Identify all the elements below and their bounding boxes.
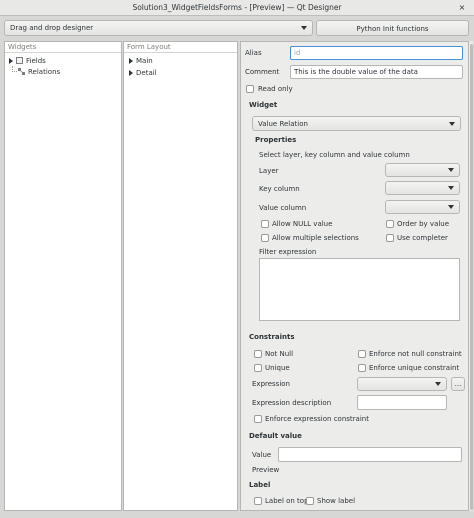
- comment-input[interactable]: This is the double value of the data: [290, 65, 463, 79]
- widgets-panel: Widgets Fields Relations: [4, 41, 122, 511]
- label-on-top-checkbox[interactable]: [254, 497, 262, 505]
- widget-section-title: Widget: [249, 101, 278, 109]
- properties-section-title: Properties: [255, 136, 297, 144]
- expression-label: Expression: [252, 380, 290, 388]
- show-label-label: Show label: [317, 497, 356, 505]
- label-on-top-label: Label on top: [265, 497, 309, 505]
- value-column-label: Value column: [259, 204, 307, 212]
- read-only-label: Read only: [258, 85, 293, 93]
- default-value-section-title: Default value: [249, 432, 302, 440]
- close-icon[interactable]: ×: [456, 2, 468, 14]
- expression-description-input[interactable]: [357, 395, 447, 410]
- key-column-combo[interactable]: [385, 181, 460, 195]
- unique-label: Unique: [265, 364, 290, 372]
- value-column-combo[interactable]: [385, 200, 460, 214]
- chevron-down-icon: [448, 168, 454, 172]
- use-completer-label: Use completer: [397, 234, 448, 242]
- designer-mode-value: Drag and drop designer: [10, 24, 94, 32]
- show-label-checkbox[interactable]: [306, 497, 314, 505]
- widget-type-combo[interactable]: Value Relation: [252, 116, 461, 131]
- not-null-checkbox[interactable]: [254, 350, 262, 358]
- alias-label: Alias: [245, 49, 262, 57]
- tree-item-detail[interactable]: Detail: [136, 69, 157, 77]
- key-column-label: Key column: [259, 185, 300, 193]
- enforce-not-null-checkbox[interactable]: [358, 350, 366, 358]
- scrollbar-thumb[interactable]: [470, 44, 473, 510]
- widgets-panel-header: Widgets: [5, 42, 121, 53]
- expand-arrow-icon[interactable]: [129, 70, 133, 76]
- tree-line-icon: [12, 66, 17, 72]
- default-value-input[interactable]: [278, 447, 462, 462]
- relation-icon: [18, 68, 25, 75]
- allow-multiple-label: Allow multiple selections: [272, 234, 359, 242]
- expression-combo[interactable]: [357, 377, 447, 391]
- layer-label: Layer: [259, 167, 279, 175]
- chevron-down-icon: [449, 121, 455, 126]
- select-hint: Select layer, key column and value colum…: [259, 151, 410, 159]
- order-by-value-label: Order by value: [397, 220, 450, 228]
- read-only-checkbox[interactable]: [246, 85, 254, 93]
- chevron-down-icon: [448, 186, 454, 190]
- allow-null-label: Allow NULL value: [272, 220, 333, 228]
- field-icon: [16, 57, 23, 64]
- label-section-title: Label: [249, 481, 271, 489]
- use-completer-checkbox[interactable]: [386, 234, 394, 242]
- alias-placeholder: id: [294, 49, 301, 57]
- expression-description-label: Expression description: [252, 399, 332, 407]
- tree-item-fields[interactable]: Fields: [26, 57, 46, 65]
- expression-builder-label: ...: [454, 380, 462, 388]
- not-null-label: Not Null: [265, 350, 294, 358]
- python-init-label: Python Init functions: [356, 25, 429, 33]
- chevron-down-icon: [448, 205, 454, 209]
- enforce-expression-checkbox[interactable]: [254, 415, 262, 423]
- constraints-section-title: Constraints: [249, 333, 295, 341]
- python-init-button[interactable]: Python Init functions: [316, 20, 469, 36]
- tree-item-main[interactable]: Main: [136, 57, 153, 65]
- form-layout-panel: Form Layout Main Detail: [123, 41, 238, 511]
- filter-expression-textarea[interactable]: [259, 258, 460, 321]
- tree-item-relations[interactable]: Relations: [28, 68, 60, 76]
- filter-expression-label: Filter expression: [259, 248, 317, 256]
- chevron-down-icon: [301, 26, 307, 30]
- alias-input[interactable]: id: [290, 46, 463, 60]
- comment-label: Comment: [245, 68, 280, 76]
- enforce-unique-checkbox[interactable]: [358, 364, 366, 372]
- value-label: Value: [252, 451, 272, 459]
- widget-type-value: Value Relation: [258, 119, 308, 128]
- form-layout-panel-header: Form Layout: [124, 42, 237, 53]
- comment-value: This is the double value of the data: [294, 68, 418, 76]
- layer-combo[interactable]: [385, 163, 460, 177]
- unique-checkbox[interactable]: [254, 364, 262, 372]
- window-title: Solution3_WidgetFieldsForms - [Preview] …: [132, 3, 342, 12]
- enforce-unique-label: Enforce unique constraint: [369, 364, 460, 372]
- order-by-value-checkbox[interactable]: [386, 220, 394, 228]
- expression-builder-button[interactable]: ...: [451, 377, 465, 391]
- expand-arrow-icon[interactable]: [9, 58, 13, 64]
- chevron-down-icon: [435, 382, 441, 386]
- allow-null-checkbox[interactable]: [261, 220, 269, 228]
- expand-arrow-icon[interactable]: [129, 58, 133, 64]
- enforce-expression-label: Enforce expression constraint: [265, 415, 369, 423]
- designer-mode-combo[interactable]: Drag and drop designer: [4, 20, 313, 36]
- enforce-not-null-label: Enforce not null constraint: [369, 350, 462, 358]
- allow-multiple-checkbox[interactable]: [261, 234, 269, 242]
- preview-label: Preview: [252, 466, 280, 474]
